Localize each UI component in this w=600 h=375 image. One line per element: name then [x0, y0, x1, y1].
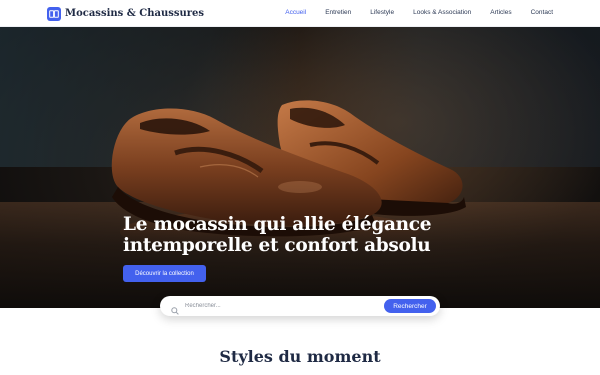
search-icon: [171, 302, 179, 315]
loafer-shoes-image: [111, 100, 466, 254]
site-header: Mocassins & Chaussures Accueil Entretien…: [0, 0, 600, 27]
nav-item-entretien[interactable]: Entretien: [325, 9, 351, 16]
discover-collection-button[interactable]: Découvrir la collection: [123, 265, 206, 282]
nav-item-looks[interactable]: Looks & Association: [413, 9, 471, 16]
nav-item-lifestyle[interactable]: Lifestyle: [370, 9, 394, 16]
search-input[interactable]: [185, 300, 375, 312]
search-button[interactable]: Rechercher: [384, 299, 436, 313]
brand-logo[interactable]: Mocassins & Chaussures: [47, 6, 204, 21]
nav-item-contact[interactable]: Contact: [531, 9, 553, 16]
nav-item-articles[interactable]: Articles: [490, 9, 511, 16]
nav-item-accueil[interactable]: Accueil: [285, 9, 306, 16]
brand-name: Mocassins & Chaussures: [65, 8, 205, 19]
hero-banner: Le mocassin qui allie élégance intempore…: [0, 27, 600, 308]
book-icon: [47, 6, 61, 21]
hero-title: Le mocassin qui allie élégance intempore…: [123, 214, 432, 256]
main-nav: Accueil Entretien Lifestyle Looks & Asso…: [266, 9, 553, 16]
search-bar: Rechercher: [160, 296, 440, 316]
section-title: Styles du moment: [219, 347, 381, 366]
